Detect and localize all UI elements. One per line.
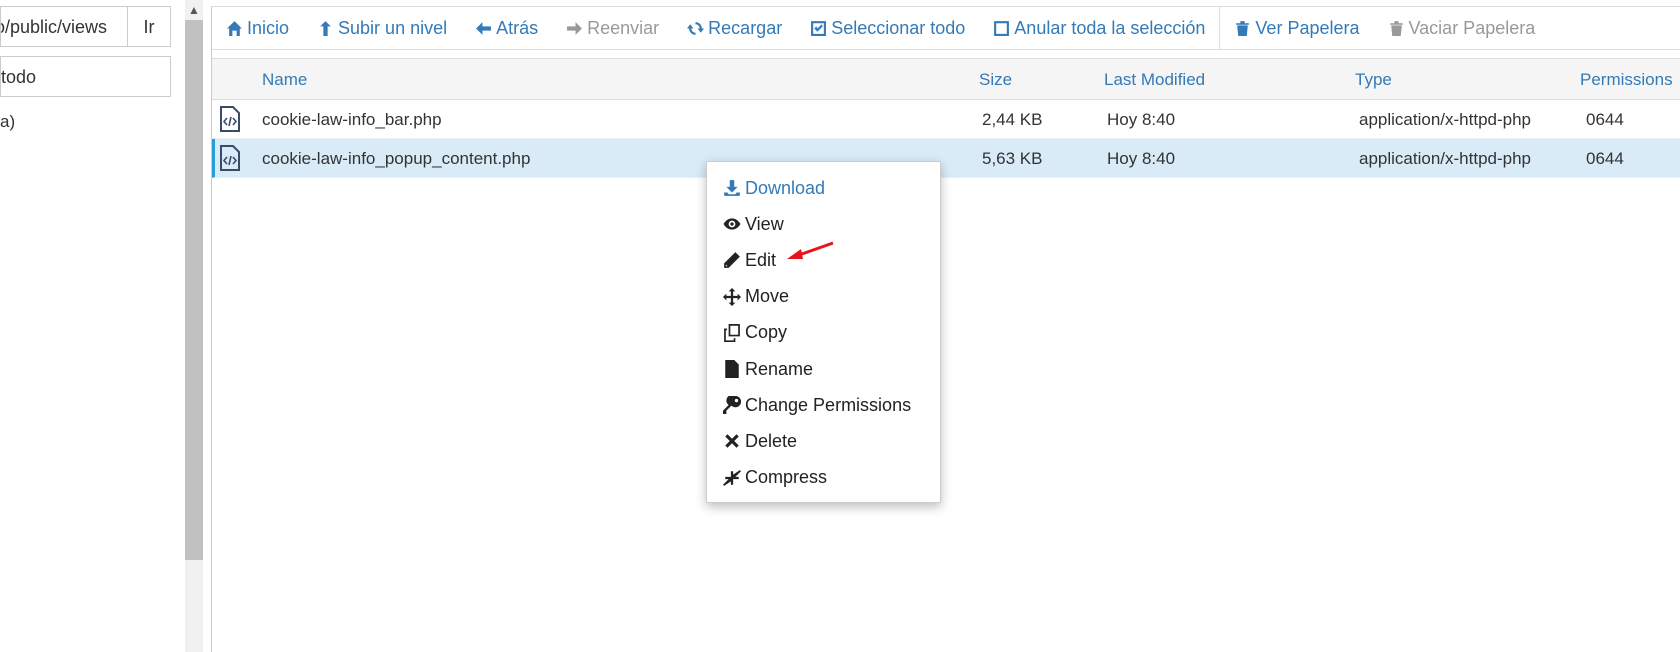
home-icon xyxy=(227,20,242,36)
up-level-button[interactable]: Subir un nivel xyxy=(303,6,461,50)
table-row[interactable]: cookie-law-info_bar.php 2,44 KB Hoy 8:40… xyxy=(212,100,1680,139)
move-arrows-icon xyxy=(723,287,741,306)
menu-item-label: View xyxy=(745,213,784,234)
menu-item-label: Rename xyxy=(745,358,814,379)
menu-item-label: Download xyxy=(745,177,826,198)
table-row-selected[interactable]: cookie-law-info_popup_content.php 5,63 K… xyxy=(212,139,1680,178)
view-trash-label: Ver Papelera xyxy=(1255,17,1360,38)
tree-item[interactable]: a) xyxy=(0,112,15,132)
column-header-permissions[interactable]: Permissions xyxy=(1580,59,1673,101)
file-name: cookie-law-info_popup_content.php xyxy=(262,149,531,168)
menu-item-label: Change Permissions xyxy=(745,394,912,415)
copy-icon xyxy=(724,323,740,342)
reload-button[interactable]: Recargar xyxy=(673,6,796,50)
up-level-label: Subir un nivel xyxy=(338,17,448,38)
file-modified: Hoy 8:40 xyxy=(1107,110,1176,129)
column-header-modified[interactable]: Last Modified xyxy=(1104,59,1205,101)
select-all-label: Seleccionar todo xyxy=(831,17,966,38)
compress-icon xyxy=(723,469,741,486)
tree-filter-value: todo xyxy=(1,67,37,87)
file-name: cookie-law-info_bar.php xyxy=(262,110,442,129)
left-sidebar: o/public/views Ir todo a) xyxy=(0,0,185,652)
select-all-button[interactable]: Seleccionar todo xyxy=(796,6,979,50)
menu-item-move[interactable]: Move xyxy=(707,279,940,315)
menu-item-view[interactable]: View xyxy=(707,206,940,242)
menu-item-change-permissions[interactable]: Change Permissions xyxy=(707,387,940,423)
key-icon xyxy=(723,396,741,415)
arrow-left-icon xyxy=(476,21,492,35)
file-type: application/x-httpd-php xyxy=(1359,110,1532,129)
sidebar-scrollbar[interactable]: ▲ xyxy=(185,0,203,652)
file-size: 2,44 KB xyxy=(982,110,1043,129)
trash-icon xyxy=(1389,20,1403,36)
scroll-up-arrow[interactable]: ▲ xyxy=(185,0,203,20)
view-trash-button[interactable]: Ver Papelera xyxy=(1220,6,1373,50)
scroll-thumb[interactable] xyxy=(185,20,203,560)
file-table-header: Name Size Last Modified Type Permissions xyxy=(212,58,1680,100)
go-button[interactable]: Ir xyxy=(127,6,171,47)
menu-item-label: Delete xyxy=(745,430,798,451)
close-x-icon xyxy=(725,434,739,449)
deselect-all-button[interactable]: Anular toda la selección xyxy=(979,6,1219,50)
pencil-icon xyxy=(724,252,740,269)
column-header-type[interactable]: Type xyxy=(1355,59,1392,101)
home-label: Inicio xyxy=(247,17,290,38)
menu-item-download[interactable]: Download xyxy=(707,170,940,206)
annotation-arrow-icon xyxy=(787,241,834,259)
tree-filter-input[interactable]: todo xyxy=(0,56,171,97)
menu-item-label: Move xyxy=(745,286,790,307)
level-up-icon xyxy=(320,20,331,36)
forward-button[interactable]: Reenviar xyxy=(552,6,673,50)
menu-item-copy[interactable]: Copy xyxy=(707,315,940,351)
php-file-icon xyxy=(220,106,240,132)
file-size: 5,63 KB xyxy=(982,149,1043,168)
file-permissions: 0644 xyxy=(1586,110,1624,129)
menu-item-delete[interactable]: Delete xyxy=(707,423,940,459)
download-icon xyxy=(724,180,740,196)
menu-item-compress[interactable]: Compress xyxy=(707,460,940,496)
file-type: application/x-httpd-php xyxy=(1359,149,1532,168)
trash-icon xyxy=(1236,20,1250,36)
file-icon xyxy=(725,360,739,379)
menu-item-label: Edit xyxy=(745,249,777,270)
file-modified: Hoy 8:40 xyxy=(1107,149,1176,168)
context-menu: Download View Edit Move Copy Rename Chan… xyxy=(706,161,941,503)
eye-icon xyxy=(723,218,741,230)
menu-item-label: Compress xyxy=(745,467,828,488)
path-input-value: o/public/views xyxy=(0,17,108,37)
back-button[interactable]: Atrás xyxy=(461,6,552,50)
forward-label: Reenviar xyxy=(587,17,660,38)
menu-item-label: Copy xyxy=(745,322,788,343)
toolbar: Inicio Subir un nivel Atrás Reenviar Rec… xyxy=(212,6,1680,50)
refresh-icon xyxy=(687,21,705,35)
file-permissions: 0644 xyxy=(1586,149,1624,168)
arrow-right-icon xyxy=(567,21,583,35)
php-file-icon xyxy=(220,145,240,171)
column-header-size[interactable]: Size xyxy=(979,59,1012,101)
empty-trash-button[interactable]: Vaciar Papelera xyxy=(1374,6,1550,50)
back-label: Atrás xyxy=(496,17,539,38)
file-manager-main: Inicio Subir un nivel Atrás Reenviar Rec… xyxy=(211,6,1680,652)
path-input[interactable]: o/public/views xyxy=(0,6,128,47)
column-header-name[interactable]: Name xyxy=(262,59,307,101)
reload-label: Recargar xyxy=(708,17,783,38)
deselect-all-label: Anular toda la selección xyxy=(1014,17,1206,38)
square-icon xyxy=(994,20,1010,36)
empty-trash-label: Vaciar Papelera xyxy=(1408,17,1536,38)
menu-item-rename[interactable]: Rename xyxy=(707,351,940,387)
home-button[interactable]: Inicio xyxy=(212,6,303,50)
check-square-icon xyxy=(811,20,827,36)
